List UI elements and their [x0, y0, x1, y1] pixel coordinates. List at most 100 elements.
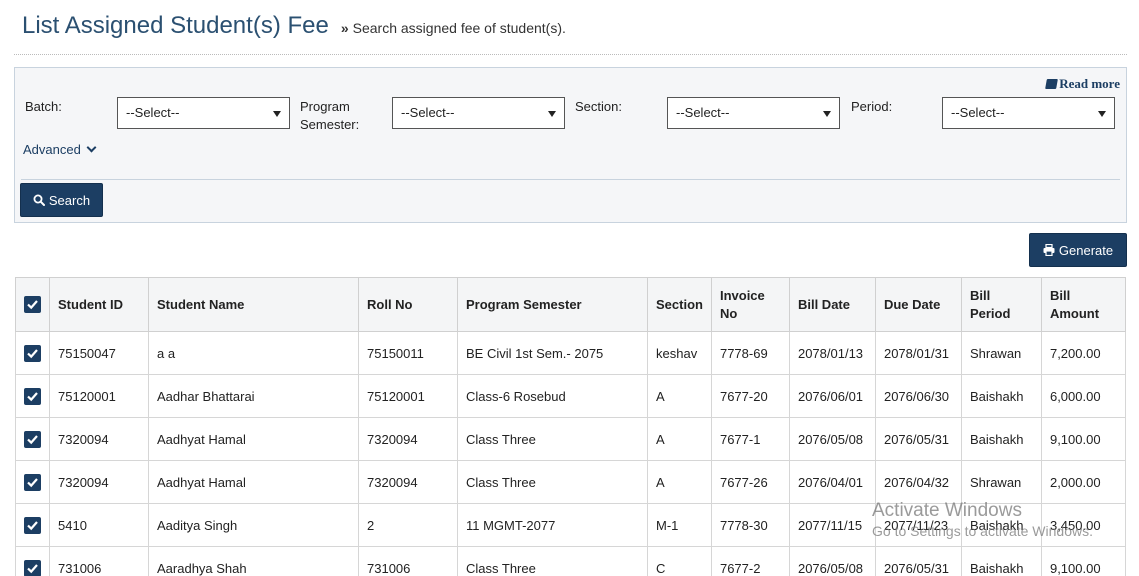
select-all-header — [15, 277, 50, 332]
page-subtitle: » Search assigned fee of student(s). — [341, 20, 566, 36]
search-button[interactable]: Search — [20, 183, 103, 217]
cell-due-date: 2076/06/30 — [874, 374, 962, 418]
cell-student-name: Aadhar Bhattarai — [148, 374, 359, 418]
chevron-down-icon — [86, 142, 97, 153]
cell-student-id: 75120001 — [49, 374, 149, 418]
checkmark-icon — [27, 563, 38, 573]
cell-due-date: 2076/04/32 — [874, 460, 962, 504]
cell-bill-amount: 2,000.00 — [1040, 460, 1127, 504]
col-due-date[interactable]: Due Date — [874, 277, 962, 332]
col-bill-date[interactable]: Bill Date — [788, 277, 876, 332]
cell-roll-no: 2 — [358, 503, 458, 547]
cell-program-semester: Class Three — [457, 460, 648, 504]
cell-student-id: 7320094 — [49, 417, 149, 461]
cell-program-semester: Class-6 Rosebud — [457, 374, 648, 418]
cell-bill-period: Baishakh — [960, 374, 1042, 418]
col-roll-no[interactable]: Roll No — [358, 277, 458, 332]
row-checkbox[interactable] — [24, 559, 41, 576]
advanced-toggle[interactable]: Advanced — [23, 142, 97, 157]
cell-invoice-no: 7778-69 — [710, 331, 790, 375]
table-body: 75150047 a a 75150011 BE Civil 1st Sem.- 20… — [15, 331, 1127, 576]
row-checkbox[interactable] — [24, 430, 41, 448]
cell-bill-period: Baishakh — [960, 546, 1042, 576]
col-invoice-no-line1: Invoice — [719, 287, 765, 303]
row-checkbox[interactable] — [24, 473, 41, 491]
cell-section: keshav — [647, 331, 712, 375]
table-row[interactable]: 75120001 Aadhar Bhattarai 75120001 Class-6 … — [15, 374, 1127, 418]
cell-invoice-no: 7677-2 — [710, 546, 790, 576]
col-section[interactable]: Section — [647, 277, 712, 332]
row-checkbox[interactable] — [24, 516, 41, 534]
panel-divider — [21, 179, 1120, 180]
col-bill-amount[interactable]: Bill Amount — [1040, 277, 1127, 332]
checkmark-icon — [27, 391, 38, 401]
caret-down-icon — [273, 111, 281, 117]
col-student-id[interactable]: Student ID — [49, 277, 149, 332]
generate-button[interactable]: Generate — [1029, 233, 1127, 267]
cell-program-semester: 11 MGMT-2077 — [457, 503, 648, 547]
col-bill-amount-line1: Bill — [1049, 287, 1071, 303]
program-semester-select[interactable]: --Select-- — [392, 97, 565, 129]
col-invoice-no[interactable]: Invoice No — [710, 277, 790, 332]
period-label: Period: — [851, 99, 893, 114]
cell-section: A — [647, 374, 712, 418]
row-checkbox[interactable] — [24, 387, 41, 405]
cell-roll-no: 731006 — [358, 546, 458, 576]
header-divider — [14, 54, 1127, 55]
cell-section: A — [647, 417, 712, 461]
cell-due-date: 2077/11/23 — [874, 503, 962, 547]
cell-bill-period: Shrawan — [960, 460, 1042, 504]
cell-student-name: Aadhyat Hamal — [148, 417, 359, 461]
cell-student-id: 731006 — [49, 546, 149, 576]
section-label: Section: — [575, 99, 622, 114]
cell-invoice-no: 7778-30 — [710, 503, 790, 547]
cell-bill-period: Baishakh — [960, 417, 1042, 461]
cell-bill-date: 2077/11/15 — [788, 503, 876, 547]
row-checkbox[interactable] — [24, 344, 41, 362]
col-program-semester[interactable]: Program Semester — [457, 277, 648, 332]
select-all-checkbox[interactable] — [24, 296, 41, 313]
batch-select[interactable]: --Select-- — [117, 97, 290, 129]
read-more-link[interactable]: Read more — [1045, 76, 1120, 92]
table-row[interactable]: 7320094 Aadhyat Hamal 7320094 Class Three A 7… — [15, 417, 1127, 461]
cell-invoice-no: 7677-20 — [710, 374, 790, 418]
cell-section: M-1 — [647, 503, 712, 547]
row-select-cell — [15, 503, 50, 547]
cell-bill-amount: 9,100.00 — [1040, 546, 1127, 576]
section-select-value: --Select-- — [676, 105, 730, 120]
table-row[interactable]: 731006 Aaradhya Shah 731006 Class Three C 767… — [15, 546, 1127, 576]
cell-bill-date: 2078/01/13 — [788, 331, 876, 375]
cell-due-date: 2078/01/31 — [874, 331, 962, 375]
cell-invoice-no: 7677-1 — [710, 417, 790, 461]
page-subtitle-text: Search assigned fee of student(s). — [352, 20, 566, 36]
checkmark-icon — [27, 300, 38, 310]
page-header: List Assigned Student(s) Fee » Search ass… — [22, 12, 566, 40]
cell-roll-no: 75120001 — [358, 374, 458, 418]
printer-icon — [1043, 244, 1055, 256]
batch-label: Batch: — [25, 99, 62, 114]
cell-roll-no: 75150011 — [358, 331, 458, 375]
caret-down-icon — [823, 111, 831, 117]
table-row[interactable]: 5410 Aaditya Singh 2 11 MGMT-2077 M-1 7778-30… — [15, 503, 1127, 547]
advanced-label: Advanced — [23, 142, 81, 157]
period-select-value: --Select-- — [951, 105, 1005, 120]
cell-bill-date: 2076/05/08 — [788, 417, 876, 461]
cell-bill-amount: 7,200.00 — [1040, 331, 1127, 375]
col-bill-period[interactable]: Bill Period — [960, 277, 1042, 332]
table-row[interactable]: 7320094 Aadhyat Hamal 7320094 Class Three A 7… — [15, 460, 1127, 504]
period-select[interactable]: --Select-- — [942, 97, 1115, 129]
search-button-label: Search — [48, 192, 91, 208]
cell-student-id: 5410 — [49, 503, 149, 547]
cell-roll-no: 7320094 — [358, 417, 458, 461]
program-semester-label-line1: Program — [300, 99, 350, 114]
cell-roll-no: 7320094 — [358, 460, 458, 504]
row-select-cell — [15, 417, 50, 461]
checkmark-icon — [27, 348, 38, 358]
col-student-name[interactable]: Student Name — [148, 277, 359, 332]
col-bill-amount-line2: Amount — [1049, 305, 1100, 321]
cell-section: C — [647, 546, 712, 576]
cell-student-name: Aaradhya Shah — [148, 546, 359, 576]
cell-student-id: 7320094 — [49, 460, 149, 504]
table-row[interactable]: 75150047 a a 75150011 BE Civil 1st Sem.- 20… — [15, 331, 1127, 375]
section-select[interactable]: --Select-- — [667, 97, 840, 129]
